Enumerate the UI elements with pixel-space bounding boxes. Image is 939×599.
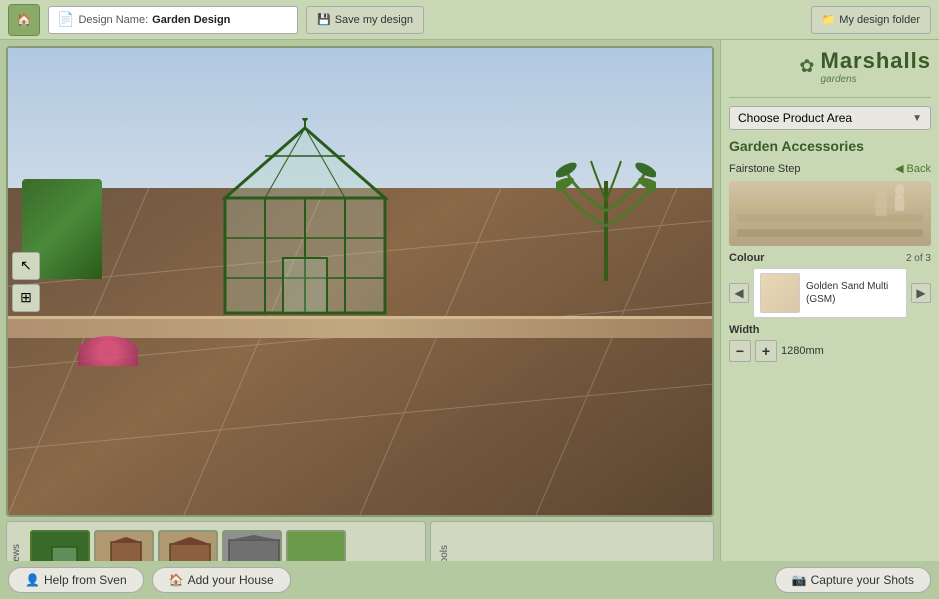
design-name-box: 📄 Design Name: Garden Design xyxy=(48,6,298,34)
main-layout: ↖ ⊞ Views xyxy=(0,40,939,599)
marshalls-logo-icon: ✿ xyxy=(799,56,814,77)
greenhouse xyxy=(205,118,405,318)
folder-button[interactable]: 📁 My design folder xyxy=(811,6,931,34)
back-label: Back xyxy=(907,163,931,175)
product-name: Fairstone Step xyxy=(729,163,801,175)
stone-wall xyxy=(8,316,712,338)
design-value: Garden Design xyxy=(152,14,230,26)
house-icon: 🏠 xyxy=(169,573,184,587)
cursor-tool-btn[interactable]: ↖ xyxy=(12,252,40,280)
colour-prev-btn[interactable]: ◀ xyxy=(729,283,749,303)
product-sub-header: Fairstone Step ◀ Back xyxy=(729,162,931,175)
width-minus-btn[interactable]: − xyxy=(729,340,751,362)
colour-header: Colour 2 of 3 xyxy=(729,252,931,264)
right-panel: ✿ Marshalls gardens Choose Product Area … xyxy=(720,40,939,599)
colour-selector: ◀ Golden Sand Multi (GSM) ▶ xyxy=(729,268,931,318)
colour-next-btn[interactable]: ▶ xyxy=(911,283,931,303)
marshalls-header: ✿ Marshalls gardens xyxy=(729,48,931,89)
help-button[interactable]: 👤 Help from Sven xyxy=(8,567,144,593)
grid-tool-btn[interactable]: ⊞ xyxy=(12,284,40,312)
width-control: − + 1280mm xyxy=(729,340,931,362)
doc-icon: 📄 xyxy=(57,11,74,28)
colour-section: Colour 2 of 3 ◀ Golden Sand Multi (GSM) … xyxy=(729,252,931,318)
help-icon: 👤 xyxy=(25,573,40,587)
design-label: Design Name: xyxy=(78,14,148,26)
next-icon: ▶ xyxy=(916,286,925,300)
top-bar: 🏠 📄 Design Name: Garden Design 💾 Save my… xyxy=(0,0,939,40)
add-house-button[interactable]: 🏠 Add your House xyxy=(152,567,291,593)
flowers xyxy=(78,336,138,366)
bottom-bar: 👤 Help from Sven 🏠 Add your House 📷 Capt… xyxy=(0,561,939,599)
save-icon: 💾 xyxy=(317,13,331,26)
choose-product-dropdown[interactable]: Choose Product Area ▼ xyxy=(729,106,931,130)
dropdown-arrow-icon: ▼ xyxy=(912,113,922,124)
width-value: 1280mm xyxy=(781,345,824,357)
plant-svg xyxy=(556,141,656,281)
garden-scene: ↖ ⊞ xyxy=(8,48,712,515)
marshalls-logo-text: Marshalls xyxy=(821,48,932,74)
divider-1 xyxy=(729,97,931,98)
colour-swatch-container: Golden Sand Multi (GSM) xyxy=(753,268,907,318)
colour-count: 2 of 3 xyxy=(906,253,931,264)
colour-label: Colour xyxy=(729,252,764,264)
colour-swatch xyxy=(760,273,800,313)
prev-icon: ◀ xyxy=(734,286,743,300)
plant-right xyxy=(556,141,656,281)
cursor-icon: ↖ xyxy=(20,257,32,274)
width-label: Width xyxy=(729,324,931,336)
back-icon: ◀ xyxy=(895,162,903,175)
folder-icon: 📁 xyxy=(822,13,836,26)
left-tools: ↖ ⊞ xyxy=(8,248,44,316)
choose-product-label: Choose Product Area xyxy=(738,111,852,125)
colour-name: Golden Sand Multi (GSM) xyxy=(806,280,900,306)
section-title: Garden Accessories xyxy=(729,136,931,156)
camera-icon: 📷 xyxy=(792,573,807,587)
3d-view[interactable]: ↖ ⊞ xyxy=(6,46,714,517)
greenhouse-svg xyxy=(205,118,405,318)
back-button[interactable]: ◀ Back xyxy=(895,162,931,175)
marshalls-sub-text: gardens xyxy=(821,74,932,85)
save-button[interactable]: 💾 Save my design xyxy=(306,6,424,34)
plus-icon: + xyxy=(762,343,770,359)
product-image-svg xyxy=(729,181,931,246)
grid-icon: ⊞ xyxy=(20,289,32,306)
capture-button[interactable]: 📷 Capture your Shots xyxy=(775,567,931,593)
left-panel: ↖ ⊞ Views xyxy=(0,40,720,599)
width-plus-btn[interactable]: + xyxy=(755,340,777,362)
product-image xyxy=(729,181,931,246)
home-button[interactable]: 🏠 xyxy=(8,4,40,36)
home-icon: 🏠 xyxy=(17,13,32,27)
minus-icon: − xyxy=(736,343,744,359)
width-section: Width − + 1280mm xyxy=(729,324,931,362)
